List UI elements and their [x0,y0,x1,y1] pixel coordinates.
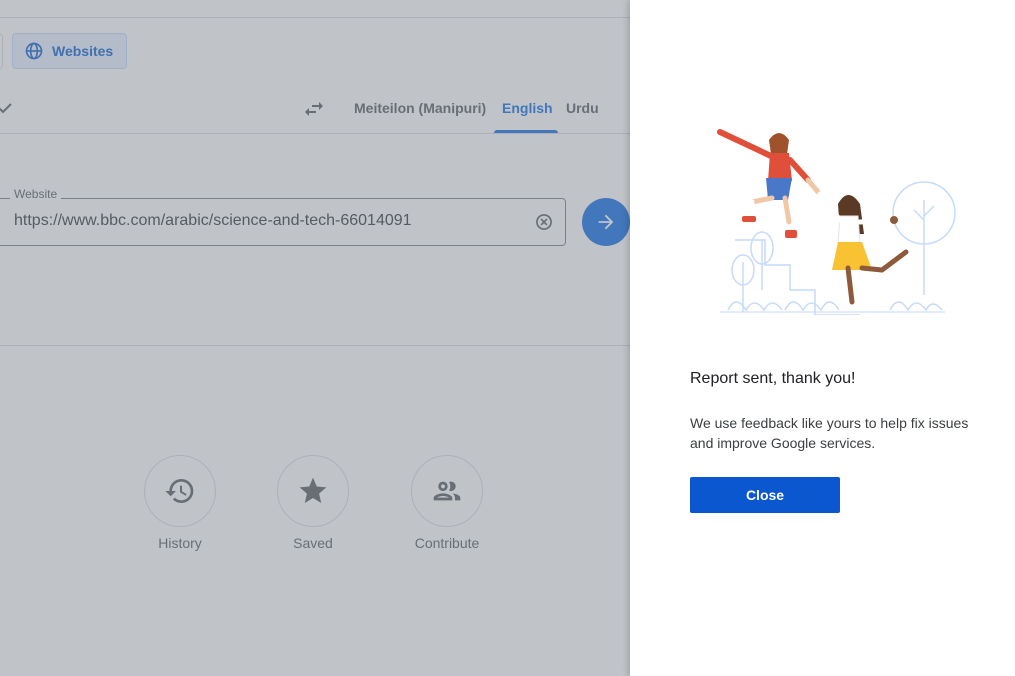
translate-page: Websites Meiteilon (Manipuri) English Ur… [0,0,630,676]
report-sent-body: We use feedback like yours to help fix i… [690,415,969,451]
close-button[interactable]: Close [690,477,840,513]
feedback-panel: Report sent, thank you! We use feedback … [630,0,1015,676]
modal-scrim[interactable] [0,0,630,676]
feedback-illustration [717,129,956,315]
report-sent-title: Report sent, thank you! [690,370,856,387]
